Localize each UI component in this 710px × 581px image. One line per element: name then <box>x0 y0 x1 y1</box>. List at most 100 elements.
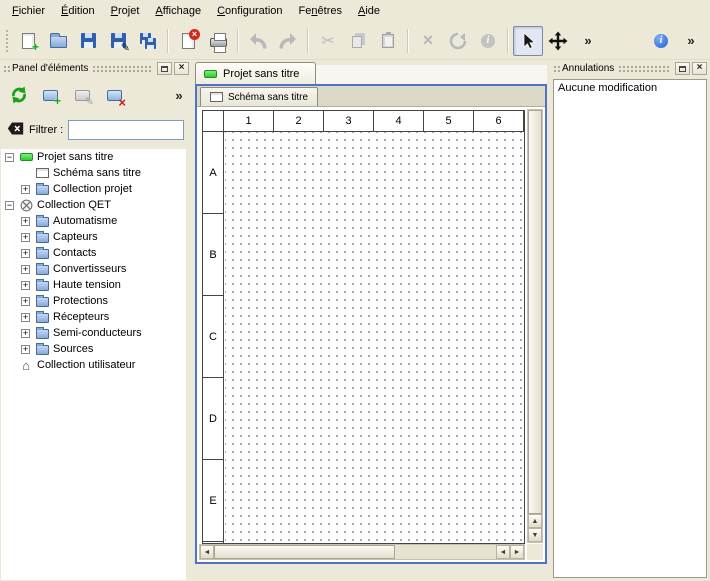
print-button[interactable] <box>203 26 233 56</box>
tree-item-recepteurs[interactable]: +Récepteurs <box>1 309 186 325</box>
diagram-grid[interactable] <box>225 132 524 543</box>
tree-item-capteurs[interactable]: + Capteurs <box>1 229 186 245</box>
tab-project[interactable]: Projet sans titre <box>195 62 316 84</box>
float-panel-button[interactable] <box>675 62 690 75</box>
menu-fichier[interactable]: Fichier <box>4 2 53 20</box>
save-all-button[interactable] <box>133 26 163 56</box>
tree-item-projet-sans-titre[interactable]: − Projet sans titre <box>1 149 186 165</box>
tree-item-collection-qet[interactable]: −Collection QET <box>1 197 186 213</box>
new-element-button[interactable]: + <box>37 82 64 109</box>
vertical-scrollbar[interactable]: ▲ ▼ <box>527 109 543 543</box>
select-mode-button[interactable] <box>513 26 543 56</box>
tree-item-label: Collection projet <box>53 183 132 195</box>
cut-button[interactable]: ✂ <box>313 26 343 56</box>
menu-affichage[interactable]: Affichage <box>147 2 209 20</box>
project-icon <box>18 153 34 161</box>
scroll-left-button-end[interactable]: ◄ <box>496 545 510 559</box>
tree-item-automatisme[interactable]: +Automatisme <box>1 213 186 229</box>
dock-grip[interactable] <box>3 65 10 72</box>
undo-list[interactable]: Aucune modification <box>553 79 707 578</box>
tree-item-schema-sans-titre[interactable]: Schéma sans titre <box>1 165 186 181</box>
new-document-button[interactable]: + <box>13 26 43 56</box>
expander-plus-icon[interactable]: + <box>21 217 30 226</box>
filter-input[interactable] <box>68 120 184 140</box>
expander-plus-icon[interactable]: + <box>21 345 30 354</box>
tree-item-label: Projet sans titre <box>37 151 113 163</box>
tab-schema[interactable]: Schéma sans titre <box>200 87 318 106</box>
clear-filter-button[interactable] <box>7 122 24 138</box>
reload-collections-button[interactable] <box>5 82 32 109</box>
diagram-canvas[interactable]: 123456 ABCDE <box>202 110 525 544</box>
delete-button[interactable]: × <box>413 26 443 56</box>
expander-plus-icon[interactable]: + <box>21 185 30 194</box>
horizontal-scrollbar[interactable]: ◄ ◄ ► <box>199 544 525 560</box>
redo-button[interactable] <box>273 26 303 56</box>
tree-item-label: Capteurs <box>53 231 98 243</box>
menu-fenetres[interactable]: Fenêtres <box>291 2 350 20</box>
qelectrotech-window: FichierÉditionProjetAffichageConfigurati… <box>0 0 710 581</box>
toolbar-extension-button[interactable]: » <box>573 26 603 56</box>
close-panel-button[interactable]: × <box>692 62 707 75</box>
column-header: 4 <box>374 111 424 131</box>
expander-plus-icon[interactable]: + <box>21 313 30 322</box>
help-toolbar-extension-button[interactable]: » <box>676 26 706 56</box>
elements-panel-titlebar[interactable]: Panel d'éléments × <box>0 60 192 77</box>
expander-minus-icon[interactable]: − <box>5 201 14 210</box>
menu-configuration[interactable]: Configuration <box>209 2 290 20</box>
dock-grip[interactable] <box>92 65 153 72</box>
save-button[interactable] <box>73 26 103 56</box>
row-header: A <box>203 132 223 214</box>
close-document-button[interactable]: × <box>173 26 203 56</box>
open-document-button[interactable] <box>43 26 73 56</box>
tree-item-contacts[interactable]: +Contacts <box>1 245 186 261</box>
edit-info-button[interactable]: i <box>473 26 503 56</box>
expander-plus-icon[interactable]: + <box>21 265 30 274</box>
tree-item-protections[interactable]: + Protections <box>1 293 186 309</box>
tree-item-sources[interactable]: +Sources <box>1 341 186 357</box>
scroll-up-button[interactable]: ▲ <box>528 514 542 528</box>
scroll-left-button[interactable]: ◄ <box>200 545 214 559</box>
expander-plus-icon[interactable]: + <box>21 329 30 338</box>
folder-icon <box>34 343 50 355</box>
scroll-down-button[interactable]: ▼ <box>528 528 542 542</box>
copy-button[interactable] <box>343 26 373 56</box>
dock-grip[interactable] <box>553 65 560 72</box>
undo-panel-titlebar[interactable]: Annulations × <box>550 60 710 77</box>
toolbar-grip[interactable] <box>5 29 10 53</box>
diagram-view[interactable]: 123456 ABCDE ▲ ▼ ◄ ◄ ► <box>197 107 545 562</box>
tree-item-collection-projet[interactable]: + Collection projet <box>1 181 186 197</box>
paste-button[interactable] <box>373 26 403 56</box>
menu-aide[interactable]: Aide <box>350 2 388 20</box>
close-panel-button[interactable]: × <box>174 62 189 75</box>
menu-projet[interactable]: Projet <box>103 2 148 20</box>
rotate-button[interactable] <box>443 26 473 56</box>
expander-minus-icon[interactable]: − <box>5 153 14 162</box>
vertical-scrollbar-thumb[interactable] <box>528 110 542 514</box>
horizontal-scrollbar-thumb[interactable] <box>214 545 395 559</box>
tree-item-label: Protections <box>53 295 108 307</box>
tree-item-label: Collection utilisateur <box>37 359 135 371</box>
scroll-right-button[interactable]: ► <box>510 545 524 559</box>
menu-edition[interactable]: Édition <box>53 2 103 20</box>
tree-item-convertisseurs[interactable]: +Convertisseurs <box>1 261 186 277</box>
about-qet-button[interactable]: i <box>646 26 676 56</box>
tree-item-label: Semi-conducteurs <box>53 327 142 339</box>
elements-panel-dock: Panel d'éléments × +✎×» Filtrer : −Proje… <box>0 60 192 581</box>
undo-button[interactable] <box>243 26 273 56</box>
scroll-mode-button[interactable] <box>543 26 573 56</box>
horizontal-scrollbar-track[interactable] <box>395 545 496 559</box>
dock-grip[interactable] <box>618 65 671 72</box>
expander-plus-icon[interactable]: + <box>21 297 30 306</box>
expander-plus-icon[interactable]: + <box>21 249 30 258</box>
tab-schema-label: Schéma sans titre <box>228 92 308 103</box>
delete-element-button[interactable]: × <box>101 82 128 109</box>
float-panel-button[interactable] <box>157 62 172 75</box>
edit-element-button[interactable]: ✎ <box>69 82 96 109</box>
save-as-button[interactable]: ✎ <box>103 26 133 56</box>
tree-item-semi-conducteurs[interactable]: + Semi-conducteurs <box>1 325 186 341</box>
expander-plus-icon[interactable]: + <box>21 233 30 242</box>
expander-plus-icon[interactable]: + <box>21 281 30 290</box>
tree-item-haute-tension[interactable]: +Haute tension <box>1 277 186 293</box>
panel-toolbar-extension-button[interactable]: » <box>171 82 187 109</box>
tree-item-collection-utilisateur[interactable]: ⌂Collection utilisateur <box>1 357 186 373</box>
